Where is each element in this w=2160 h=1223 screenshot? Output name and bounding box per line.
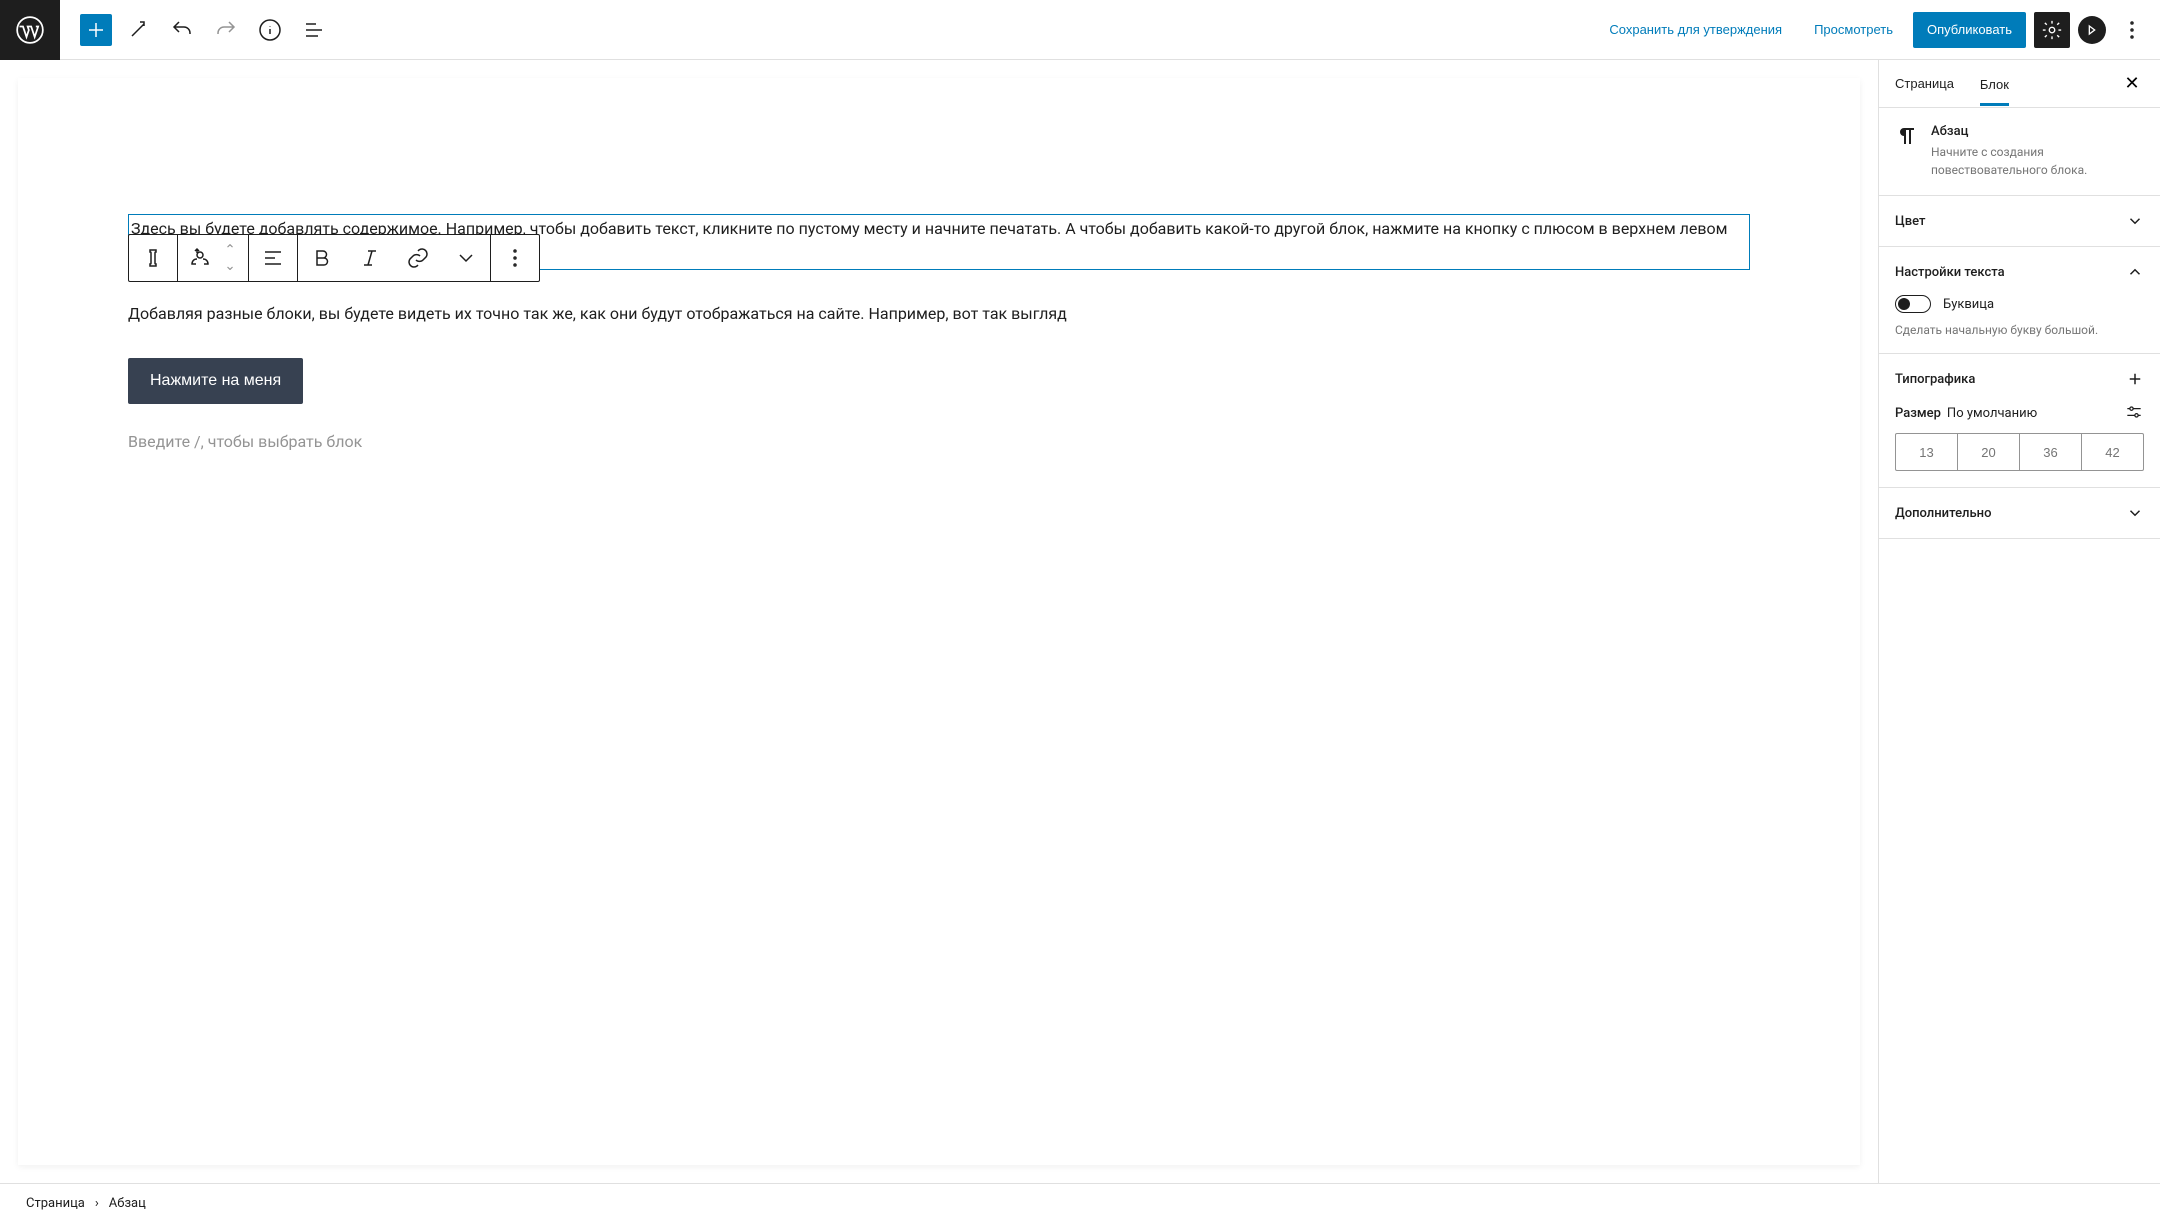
content-button-block[interactable]: Нажмите на меня — [128, 358, 303, 404]
close-sidebar-button[interactable]: ✕ — [2120, 72, 2144, 96]
save-draft-button[interactable]: Сохранить для утверждения — [1597, 12, 1794, 47]
typography-label: Типографика — [1895, 372, 1975, 387]
italic-button[interactable] — [346, 235, 394, 281]
size-option-42[interactable]: 42 — [2082, 434, 2143, 470]
text-settings-label: Настройки текста — [1895, 265, 2005, 280]
sidebar-tabs: Страница Блок ✕ — [1879, 60, 2160, 108]
size-option-13[interactable]: 13 — [1896, 434, 1958, 470]
dropcap-help: Сделать начальную букву большой. — [1895, 323, 2144, 337]
more-menu-button[interactable] — [2114, 12, 2150, 48]
more-formatting-button[interactable] — [442, 235, 490, 281]
drag-handle[interactable] — [186, 235, 214, 281]
custom-size-button[interactable] — [2124, 402, 2144, 425]
typography-panel: Типографика Размер По умолчанию 13 20 36… — [1879, 354, 2160, 488]
color-panel[interactable]: Цвет — [1879, 196, 2160, 247]
size-default: По умолчанию — [1947, 406, 2037, 421]
advanced-label: Дополнительно — [1895, 506, 1991, 521]
redo-button[interactable] — [208, 12, 244, 48]
tab-page[interactable]: Страница — [1895, 62, 1954, 105]
dropcap-toggle[interactable] — [1895, 295, 1931, 313]
chevron-down-icon — [2126, 212, 2144, 230]
breadcrumb: Страница › Абзац — [0, 1183, 2160, 1223]
block-options-button[interactable] — [491, 235, 539, 281]
breadcrumb-separator: › — [95, 1196, 99, 1211]
breadcrumb-block[interactable]: Абзац — [109, 1196, 146, 1211]
canvas-area: ⌃ ⌄ Здесь вы будете добавлять соде — [0, 60, 1878, 1183]
wp-logo[interactable] — [0, 0, 60, 60]
color-label: Цвет — [1895, 214, 1925, 229]
dropcap-label: Буквица — [1943, 297, 1994, 312]
size-label: Размер — [1895, 406, 1941, 421]
move-down-button[interactable]: ⌄ — [220, 259, 240, 273]
toolbar-right: Сохранить для утверждения Просмотреть Оп… — [1597, 12, 2160, 48]
block-description: Начните с создания повествовательного бл… — [1931, 143, 2144, 179]
undo-button[interactable] — [164, 12, 200, 48]
block-info-panel: Абзац Начните с создания повествовательн… — [1879, 108, 2160, 196]
settings-sidebar: Страница Блок ✕ Абзац Начните с создания… — [1878, 60, 2160, 1183]
tools-button[interactable] — [120, 12, 156, 48]
block-type-button[interactable] — [129, 235, 177, 281]
plus-icon — [2126, 370, 2144, 388]
settings-button[interactable] — [2034, 12, 2070, 48]
add-block-button[interactable] — [80, 14, 112, 46]
paragraph-block[interactable]: Добавляя разные блоки, вы будете видеть … — [128, 300, 1750, 327]
tab-block[interactable]: Блок — [1980, 63, 2009, 106]
chevron-up-icon — [2126, 263, 2144, 281]
info-button[interactable] — [252, 12, 288, 48]
block-toolbar: ⌃ ⌄ — [128, 234, 540, 282]
advanced-panel[interactable]: Дополнительно — [1879, 488, 2160, 539]
paragraph-icon — [1895, 124, 1919, 148]
move-up-button[interactable]: ⌃ — [220, 243, 240, 257]
font-size-options: 13 20 36 42 — [1895, 433, 2144, 471]
block-title: Абзац — [1931, 124, 2144, 139]
publish-button[interactable]: Опубликовать — [1913, 12, 2026, 48]
chevron-down-icon — [2126, 504, 2144, 522]
text-settings-panel: Настройки текста Буквица Сделать начальн… — [1879, 247, 2160, 354]
align-button[interactable] — [249, 235, 297, 281]
page-content: ⌃ ⌄ Здесь вы будете добавлять соде — [18, 78, 1860, 1165]
size-option-20[interactable]: 20 — [1958, 434, 2020, 470]
breadcrumb-page[interactable]: Страница — [26, 1196, 85, 1211]
editor-header: Сохранить для утверждения Просмотреть Оп… — [0, 0, 2160, 60]
main-area: ⌃ ⌄ Здесь вы будете добавлять соде — [0, 60, 2160, 1183]
jetpack-button[interactable] — [2078, 16, 2106, 44]
list-view-button[interactable] — [296, 12, 332, 48]
toolbar-left — [60, 12, 332, 48]
size-option-36[interactable]: 36 — [2020, 434, 2082, 470]
preview-button[interactable]: Просмотреть — [1802, 12, 1905, 47]
bold-button[interactable] — [298, 235, 346, 281]
link-button[interactable] — [394, 235, 442, 281]
block-appender[interactable]: Введите /, чтобы выбрать блок — [128, 432, 1750, 451]
